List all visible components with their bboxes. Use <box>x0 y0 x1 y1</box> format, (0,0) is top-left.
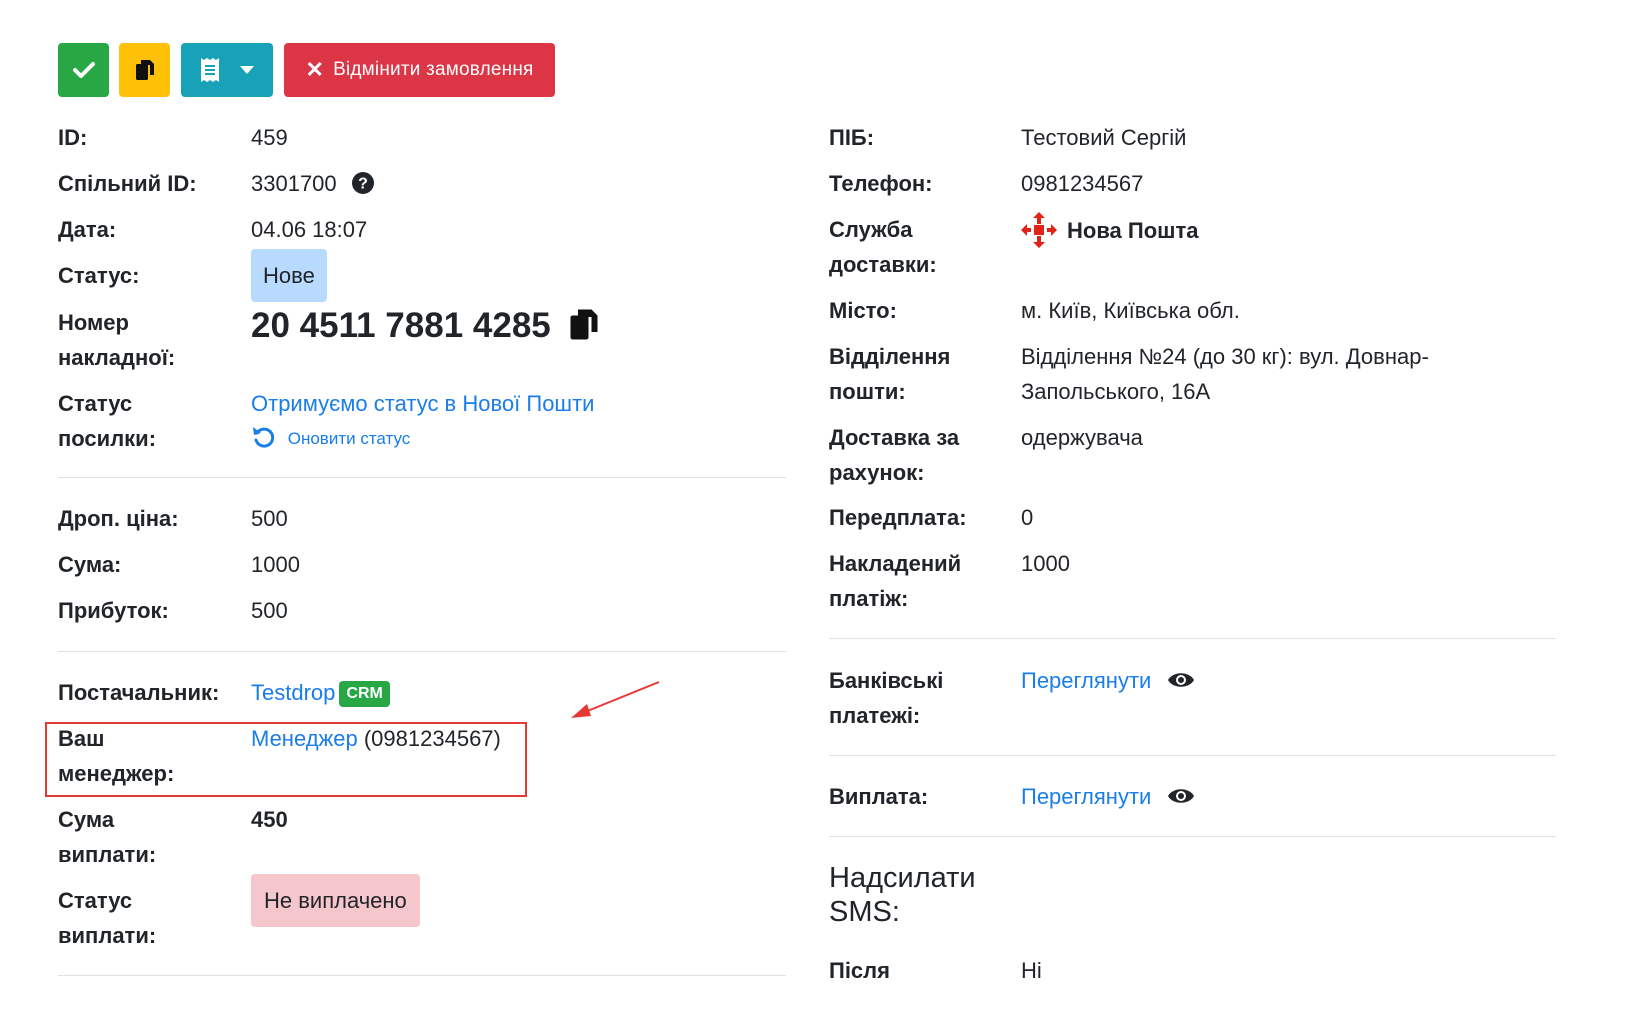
delivery-payer-label: Доставка за рахунок: <box>829 425 960 485</box>
prepay-label: Передплата: <box>829 505 967 530</box>
payout-status-badge: Не виплачено <box>251 874 420 927</box>
divider <box>829 836 1556 837</box>
payout-sum-label: Сума виплати: <box>58 807 157 867</box>
bank-payments-label: Банківські платежі: <box>829 668 944 728</box>
shared-id-value-row: 3301700 ? <box>251 166 375 201</box>
status-badge: Нове <box>251 249 327 302</box>
sms-heading: Надсилати SMS: <box>829 862 976 928</box>
divider <box>58 477 786 478</box>
payout-sum-value: 450 <box>251 807 288 832</box>
divider <box>829 755 1556 756</box>
supplier-link[interactable]: Testdrop <box>251 680 335 705</box>
profit-label: Прибуток: <box>58 598 169 623</box>
supplier-row: Testdrop CRM <box>251 675 390 710</box>
refresh-icon <box>253 427 275 448</box>
cancel-order-button[interactable]: ✕ Відмінити замовлення <box>284 43 555 97</box>
waybill-number-row: 20 4511 7881 4285 <box>251 304 599 348</box>
city-value: м. Київ, Київська обл. <box>1021 298 1240 323</box>
refresh-status-link[interactable]: Оновити статус <box>251 424 410 454</box>
copy-icon <box>135 60 154 80</box>
name-label: ПІБ: <box>829 125 875 150</box>
divider <box>58 975 786 976</box>
eye-icon <box>1168 789 1195 803</box>
branch-label: Відділення пошти: <box>829 344 951 404</box>
payout-view-link[interactable]: Переглянути <box>1021 779 1195 814</box>
delivery-service-label: Служба доставки: <box>829 217 937 277</box>
name-value: Тестовий Сергій <box>1021 125 1187 150</box>
svg-text:?: ? <box>358 176 368 193</box>
annotation-arrow-icon <box>571 681 660 718</box>
refresh-status-label: Оновити статус <box>287 429 411 448</box>
drop-price-label: Дроп. ціна: <box>58 506 179 531</box>
phone-value: 0981234567 <box>1021 171 1144 196</box>
delivery-service-row: Нова Пошта <box>1021 212 1199 248</box>
id-value: 459 <box>251 125 288 150</box>
nova-poshta-logo-icon <box>1021 212 1057 248</box>
status-label: Статус: <box>58 263 140 288</box>
prepay-value: 0 <box>1021 505 1034 530</box>
after-label: Після <box>829 958 890 983</box>
receipt-dropdown-button[interactable] <box>181 43 273 97</box>
shared-id-value: 3301700 <box>251 171 337 196</box>
cod-value: 1000 <box>1021 551 1070 576</box>
after-value: Ні <box>1021 958 1042 983</box>
eye-icon <box>1168 673 1195 687</box>
payout-status-label: Статус виплати: <box>58 888 157 948</box>
caret-down-icon <box>240 66 254 74</box>
close-icon: ✕ <box>305 57 325 82</box>
sum-value: 1000 <box>251 552 300 577</box>
copy-icon[interactable] <box>569 307 599 342</box>
cancel-order-label: Відмінити замовлення <box>333 59 534 80</box>
delivery-service-value: Нова Пошта <box>1067 218 1199 243</box>
sum-label: Сума: <box>58 552 122 577</box>
divider <box>829 638 1556 639</box>
profit-value: 500 <box>251 598 288 623</box>
drop-price-value: 500 <box>251 506 288 531</box>
phone-label: Телефон: <box>829 171 933 196</box>
date-value: 04.06 18:07 <box>251 217 368 242</box>
id-label: ID: <box>58 125 88 150</box>
delivery-payer-value: одержувача <box>1021 425 1143 450</box>
cod-label: Накладений платіж: <box>829 551 962 611</box>
highlight-box <box>45 722 527 797</box>
duplicate-button[interactable] <box>119 43 170 97</box>
branch-value: Відділення №24 (до 30 кг): вул. Довнар- … <box>1021 344 1429 404</box>
check-icon <box>72 62 95 78</box>
bank-payments-view-link[interactable]: Переглянути <box>1021 663 1195 698</box>
shared-id-label: Спільний ID: <box>58 171 197 196</box>
question-circle-icon[interactable]: ? <box>351 171 375 195</box>
confirm-button[interactable] <box>58 43 109 97</box>
waybill-number: 20 4511 7881 4285 <box>251 306 551 345</box>
supplier-label: Постачальник: <box>58 680 220 705</box>
date-label: Дата: <box>58 217 117 242</box>
crm-badge: CRM <box>339 681 390 707</box>
city-label: Місто: <box>829 298 897 323</box>
divider <box>58 651 786 652</box>
receipt-icon <box>201 58 219 82</box>
parcel-status-label: Статус посилки: <box>58 391 157 451</box>
parcel-status-link[interactable]: Отримуємо статус в Нової Пошти <box>251 386 594 421</box>
waybill-label: Номер накладної: <box>58 310 176 370</box>
payout-label: Виплата: <box>829 784 929 809</box>
